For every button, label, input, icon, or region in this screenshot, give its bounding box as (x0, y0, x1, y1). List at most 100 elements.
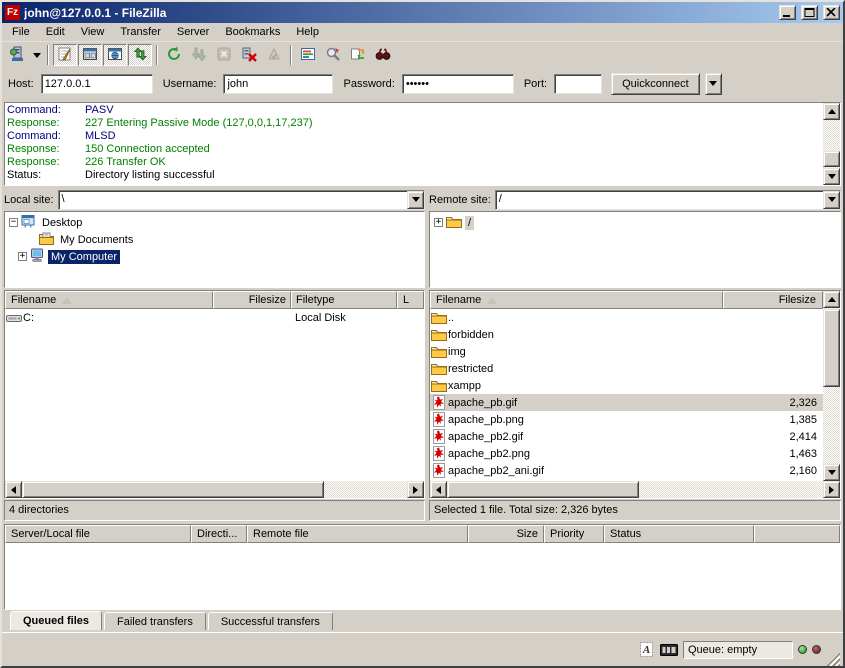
column-header-filename[interactable]: Filename (5, 291, 213, 309)
column-header-filesize[interactable]: Filesize (723, 291, 823, 309)
refresh-button[interactable] (162, 44, 186, 66)
remote-horizontal-scrollbar[interactable] (430, 481, 840, 498)
log-line: Command:PASV (7, 104, 838, 117)
toggle-remote-tree-button[interactable] (103, 44, 127, 66)
password-input[interactable] (402, 74, 514, 94)
remote-vertical-scrollbar[interactable] (823, 291, 840, 481)
menu-view[interactable]: View (73, 24, 113, 40)
host-label: Host: (8, 78, 34, 90)
quickconnect-bar: Host: Username: Password: Port: Quickcon… (2, 68, 843, 99)
drive-icon (5, 312, 23, 324)
tree-item-label: Desktop (39, 216, 85, 230)
quickconnect-button[interactable]: Quickconnect (611, 73, 700, 95)
column-header-local-file[interactable]: Server/Local file (5, 525, 191, 543)
file-row[interactable]: apache_pb.png1,385 (430, 411, 823, 428)
minimize-button[interactable] (779, 5, 796, 20)
close-button[interactable] (823, 5, 840, 20)
menu-help[interactable]: Help (288, 24, 327, 40)
tree-item-root[interactable]: + / (430, 214, 840, 231)
scroll-up-button[interactable] (823, 103, 840, 120)
scroll-left-button[interactable] (5, 481, 22, 498)
username-label: Username: (163, 78, 217, 90)
status-bar: A Queue: empty (2, 632, 843, 666)
drive-row[interactable]: C: Local Disk (5, 309, 424, 326)
tree-item-my-computer[interactable]: + My Computer (5, 248, 424, 265)
tab-failed-transfers[interactable]: Failed transfers (104, 612, 206, 632)
maximize-button[interactable] (801, 5, 818, 20)
menu-server[interactable]: Server (169, 24, 217, 40)
collapse-icon[interactable]: − (9, 218, 18, 227)
resize-grip[interactable] (826, 652, 840, 666)
username-input[interactable] (223, 74, 333, 94)
file-size: 2,160 (723, 465, 823, 477)
column-header-filetype[interactable]: Filetype (291, 291, 397, 309)
column-header-filesize[interactable]: Filesize (213, 291, 291, 309)
site-manager-dropdown[interactable] (30, 44, 43, 66)
tree-item-desktop[interactable]: − Desktop (5, 214, 424, 231)
column-header-priority[interactable]: Priority (544, 525, 604, 543)
column-header-lastmodified[interactable]: L (397, 291, 424, 309)
reconnect-button[interactable] (262, 44, 286, 66)
menu-edit[interactable]: Edit (38, 24, 73, 40)
directory-row[interactable]: img (430, 343, 823, 360)
menu-transfer[interactable]: Transfer (112, 24, 169, 40)
file-name: apache_pb2.gif (448, 431, 723, 443)
toggle-message-log-button[interactable] (53, 44, 77, 66)
directory-row[interactable]: restricted (430, 360, 823, 377)
column-header-size[interactable]: Size (468, 525, 544, 543)
tab-successful-transfers[interactable]: Successful transfers (208, 612, 333, 632)
site-manager-button[interactable] (5, 44, 29, 66)
file-row[interactable]: apache_pb2.png1,463 (430, 445, 823, 462)
scroll-right-button[interactable] (407, 481, 424, 498)
directory-row[interactable]: xampp (430, 377, 823, 394)
remote-file-list: Filename Filesize .. forbidden img restr… (429, 290, 841, 499)
local-horizontal-scrollbar[interactable] (5, 481, 424, 498)
scroll-right-button[interactable] (823, 481, 840, 498)
scroll-down-button[interactable] (823, 168, 840, 185)
expand-icon[interactable]: + (18, 252, 27, 261)
expand-icon[interactable]: + (434, 218, 443, 227)
menu-bookmarks[interactable]: Bookmarks (217, 24, 288, 40)
scrollbar-thumb[interactable] (22, 481, 324, 498)
file-row[interactable]: apache_pb.gif2,326 (430, 394, 823, 411)
scroll-left-button[interactable] (430, 481, 447, 498)
speed-limit-indicator-icon[interactable] (660, 642, 678, 658)
log-vertical-scrollbar[interactable] (823, 103, 840, 185)
cancel-button[interactable] (212, 44, 236, 66)
directory-row[interactable]: .. (430, 309, 823, 326)
scrollbar-thumb[interactable] (823, 151, 840, 167)
file-row[interactable]: apache_pb2_ani.gif2,160 (430, 462, 823, 479)
quickconnect-dropdown[interactable] (705, 73, 722, 95)
remote-site-combobox[interactable]: / (495, 190, 841, 210)
scroll-down-button[interactable] (823, 464, 840, 481)
directory-row[interactable]: forbidden (430, 326, 823, 343)
toggle-local-tree-button[interactable] (78, 44, 102, 66)
filter-button[interactable] (296, 44, 320, 66)
host-input[interactable] (41, 74, 153, 94)
toggle-transfer-queue-button[interactable] (128, 44, 152, 66)
synchronized-browsing-button[interactable] (346, 44, 370, 66)
scrollbar-thumb[interactable] (823, 309, 840, 387)
scroll-up-button[interactable] (823, 291, 840, 308)
tree-item-my-documents[interactable]: My Documents (5, 231, 424, 248)
transfer-queue-icon (132, 46, 148, 65)
column-header-direction[interactable]: Directi... (191, 525, 247, 543)
scrollbar-thumb[interactable] (447, 481, 639, 498)
find-files-button[interactable] (371, 44, 395, 66)
tab-queued-files[interactable]: Queued files (10, 611, 102, 632)
compare-directories-button[interactable] (321, 44, 345, 66)
file-row[interactable]: apache_pb2.gif2,414 (430, 428, 823, 445)
local-site-combobox[interactable]: \ (58, 190, 425, 210)
toolbar (2, 42, 843, 68)
menu-file[interactable]: File (4, 24, 38, 40)
combo-dropdown-button[interactable] (823, 191, 840, 209)
column-header-remote-file[interactable]: Remote file (247, 525, 468, 543)
column-header-status[interactable]: Status (604, 525, 754, 543)
combo-dropdown-button[interactable] (407, 191, 424, 209)
disconnect-button[interactable] (237, 44, 261, 66)
file-name: C: (23, 312, 213, 324)
transfer-type-indicator-icon[interactable]: A (637, 642, 655, 658)
column-header-filename[interactable]: Filename (430, 291, 723, 309)
port-input[interactable] (554, 74, 602, 94)
process-queue-button[interactable] (187, 44, 211, 66)
